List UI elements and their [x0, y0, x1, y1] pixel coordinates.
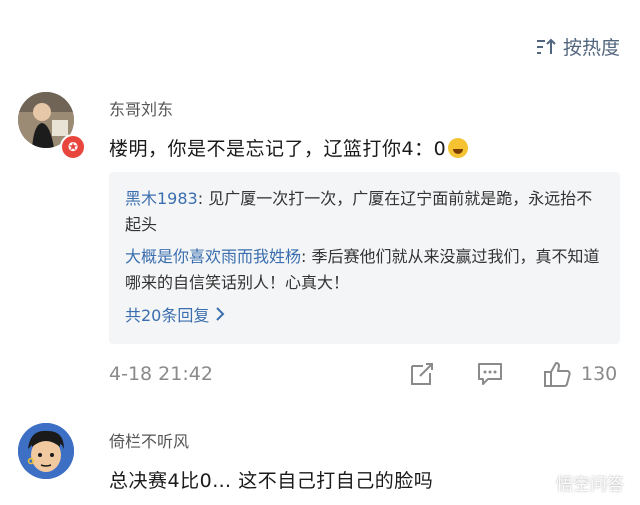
replies-preview[interactable]: 黑木1983: 见广厦一次打一次，广厦在辽宁面前就是跪，永远抬不起头 大概是你喜… — [109, 172, 620, 344]
laughing-emoji-icon — [448, 138, 469, 158]
view-all-replies-label: 共20条回复 — [125, 306, 210, 325]
share-icon — [411, 363, 433, 385]
share-button[interactable] — [408, 360, 436, 392]
watermark: 悟空问答 — [528, 470, 624, 495]
sort-label: 按热度 — [562, 37, 620, 59]
avatar-cartoon — [18, 423, 74, 479]
verified-badge-icon: ✪ — [60, 134, 86, 160]
comment-text: 总决赛4比0… 这不自己打自己的脸吗 — [109, 470, 434, 492]
sort-by-hot-button[interactable]: 按热度 — [535, 33, 620, 60]
comment-timestamp: 4-18 21:42 — [109, 363, 213, 385]
comment-text-body: 楼明，你是不是忘记了，辽篮打你4：0 — [109, 138, 447, 160]
reply-username[interactable]: 黑木1983 — [125, 189, 198, 208]
comment-username[interactable]: 东哥刘东 — [109, 96, 173, 120]
chevron-right-icon — [216, 307, 225, 321]
wukong-logo-icon — [528, 471, 550, 494]
view-all-replies-link[interactable]: 共20条回复 — [125, 302, 604, 326]
reply-item: 大概是你喜欢雨而我姓杨: 季后赛他们就从来没赢过我们，真不知道哪来的自信笑话别人… — [125, 244, 604, 296]
reply-button[interactable] — [476, 360, 504, 392]
comment-text: 楼明，你是不是忘记了，辽篮打你4：0 — [109, 134, 469, 161]
like-button[interactable]: 130 — [543, 360, 617, 388]
sort-icon — [536, 38, 556, 54]
comment-username[interactable]: 倚栏不听风 — [109, 428, 189, 452]
comment-icon — [478, 363, 502, 385]
like-count: 130 — [581, 363, 618, 385]
reply-username[interactable]: 大概是你喜欢雨而我姓杨 — [125, 247, 301, 266]
reply-item: 黑木1983: 见广厦一次打一次，广厦在辽宁面前就是跪，永远抬不起头 — [125, 186, 604, 238]
watermark-text: 悟空问答 — [556, 475, 624, 495]
avatar[interactable] — [18, 423, 74, 479]
thumbs-up-icon — [544, 362, 571, 387]
